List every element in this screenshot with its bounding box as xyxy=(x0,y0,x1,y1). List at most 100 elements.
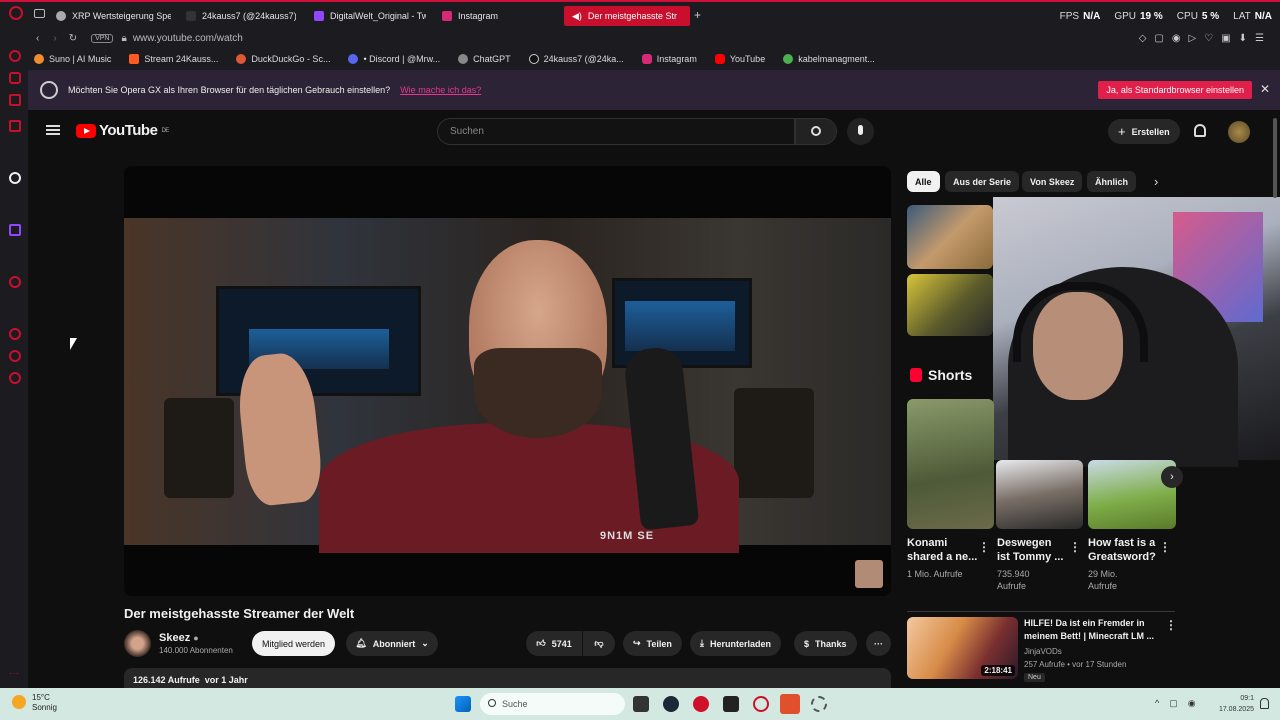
date: 17.08.2025 xyxy=(1218,706,1254,713)
shorts-header: Shorts xyxy=(910,367,972,383)
windows-start-icon[interactable] xyxy=(455,696,471,712)
channel-avatar[interactable] xyxy=(124,630,151,657)
steam-icon[interactable] xyxy=(663,696,679,712)
channel-endcard[interactable] xyxy=(855,560,883,588)
microphone-icon xyxy=(858,125,863,135)
youtube-logo[interactable]: YouTube DE xyxy=(76,122,169,139)
reload-icon[interactable]: ↻ xyxy=(69,33,77,44)
page-scrollbar[interactable] xyxy=(1273,118,1277,198)
settings-gear-icon[interactable] xyxy=(811,696,827,712)
account-avatar[interactable] xyxy=(1228,121,1250,143)
rec-video-thumbnail[interactable]: 2:18:41 xyxy=(907,617,1018,679)
bookmark-tiktok[interactable]: 24kauss7 (@24ka... xyxy=(528,54,624,64)
extensions-icon[interactable] xyxy=(9,350,21,362)
close-icon[interactable]: ✕ xyxy=(1260,82,1270,96)
rec-video-title[interactable]: HILFE! Da ist ein Fremder in meinem Bett!… xyxy=(1024,617,1154,643)
short-title[interactable]: Deswegen ist Tommy ... xyxy=(997,536,1063,564)
bookmark-stream[interactable]: Stream 24Kauss... xyxy=(129,54,218,64)
bookmark-chatgpt[interactable]: ChatGPT xyxy=(458,54,511,64)
chip-all[interactable]: Alle xyxy=(907,171,940,192)
task-view-icon[interactable] xyxy=(633,696,649,712)
tab-xrp[interactable]: XRP Wertsteigerung Spe... xyxy=(56,6,171,26)
voice-search-button[interactable] xyxy=(847,118,874,145)
kabel-icon xyxy=(783,54,794,64)
thanks-button[interactable]: $ Thanks xyxy=(794,631,857,656)
search-button[interactable] xyxy=(795,118,837,145)
download-button[interactable]: ⤓ Herunterladen xyxy=(690,631,781,656)
history-icon[interactable] xyxy=(9,328,21,340)
opera-menu-icon[interactable] xyxy=(9,6,23,20)
forward-icon[interactable]: › xyxy=(53,33,56,44)
tab-label: Instagram xyxy=(458,11,499,21)
weather-widget[interactable]: 15°C Sonnig xyxy=(12,693,57,713)
bookmark-discord[interactable]: • Discord | @Mrw... xyxy=(348,54,440,64)
youtube-icon xyxy=(714,54,725,64)
short-views: 29 Mio. Aufrufe xyxy=(1088,569,1118,591)
dislike-button[interactable]: 👎︎ xyxy=(583,631,615,656)
bookmark-duckduckgo[interactable]: DuckDuckGo - Sc... xyxy=(236,54,330,64)
bookmark-instagram[interactable]: Instagram xyxy=(641,54,697,64)
tiktok-sidebar-icon[interactable] xyxy=(9,172,21,184)
opera-gx-taskbar-icon[interactable] xyxy=(780,694,800,714)
create-button[interactable]: + Erstellen xyxy=(1108,119,1180,144)
epic-games-icon[interactable] xyxy=(723,696,739,712)
short-title[interactable]: Konami shared a ne... xyxy=(907,536,977,564)
more-options-icon[interactable]: ⋮ xyxy=(978,540,990,554)
player-sidebar-icon[interactable] xyxy=(9,276,21,288)
twitch-sidebar-icon[interactable] xyxy=(9,224,21,236)
set-default-button[interactable]: Ja, als Standardbrowser einstellen xyxy=(1098,81,1252,99)
discord-icon xyxy=(348,54,359,64)
short-title[interactable]: How fast is a Greatsword? xyxy=(1088,536,1156,564)
notification-icon[interactable] xyxy=(1260,698,1269,709)
cleaner-icon[interactable] xyxy=(9,72,21,84)
taskbar-search[interactable]: Suche xyxy=(480,693,625,715)
like-button[interactable]: 👍︎ 5741 xyxy=(526,631,582,656)
feed-icon[interactable] xyxy=(9,120,21,132)
bookmark-kabel[interactable]: kabelmanagment... xyxy=(783,54,875,64)
tab-twitch[interactable]: DigitalWelt_Original - Twi xyxy=(314,6,426,26)
search-input[interactable]: Suchen xyxy=(437,118,795,145)
bookmark-suno[interactable]: Suno | AI Music xyxy=(34,54,111,64)
system-tray-icons[interactable]: ^▢◉ xyxy=(1155,698,1206,709)
more-options-icon[interactable]: ⋮ xyxy=(1159,540,1171,554)
tab-youtube-active[interactable]: ◀) Der meistgehasste Str xyxy=(564,6,690,26)
red-app-icon[interactable] xyxy=(693,696,709,712)
gx-corner-icon[interactable] xyxy=(9,50,21,62)
shorts-next-button[interactable]: › xyxy=(1161,466,1183,488)
duckduckgo-icon xyxy=(236,54,247,64)
player-icon[interactable] xyxy=(9,94,21,106)
short-thumbnail[interactable] xyxy=(996,460,1083,529)
new-tab-button[interactable]: + xyxy=(694,8,701,22)
bookmark-youtube[interactable]: YouTube xyxy=(714,54,765,64)
chip-from-channel[interactable]: Von Skeez xyxy=(1022,171,1083,192)
rec-video-channel[interactable]: JinjaVODs xyxy=(1024,646,1062,658)
settings-icon[interactable] xyxy=(9,372,21,384)
tab-instagram[interactable]: Instagram xyxy=(442,6,542,26)
chevron-right-icon[interactable]: › xyxy=(1154,174,1158,189)
chip-related[interactable]: Ähnlich xyxy=(1087,171,1136,192)
more-options-icon[interactable]: ⋮ xyxy=(1165,618,1177,632)
plus-icon: + xyxy=(1118,124,1126,139)
vpn-badge[interactable]: VPN xyxy=(91,33,114,43)
opera-icon[interactable] xyxy=(753,696,769,712)
tab-islands-icon[interactable] xyxy=(34,9,45,18)
short-thumbnail[interactable] xyxy=(907,399,994,529)
channel-name[interactable]: Skeez ● xyxy=(159,632,199,644)
join-button[interactable]: Mitglied werden xyxy=(252,631,336,656)
back-icon[interactable]: ‹ xyxy=(36,33,39,44)
rec-thumbnail[interactable] xyxy=(907,205,993,269)
clock[interactable]: 09:1 17.08.2025 xyxy=(1219,693,1254,715)
notifications-bell-icon[interactable] xyxy=(1194,124,1206,137)
more-actions-button[interactable]: ··· xyxy=(866,631,891,656)
more-icon[interactable]: ··· xyxy=(9,668,19,679)
chip-series[interactable]: Aus der Serie xyxy=(945,171,1020,192)
subscribed-button[interactable]: 🔔︎ Abonniert ⌄ xyxy=(346,631,438,656)
url-input[interactable]: www.youtube.com/watch xyxy=(133,33,243,44)
rec-thumbnail[interactable] xyxy=(907,274,993,336)
video-player[interactable]: 9N1M SE xyxy=(124,166,891,596)
infobar-howto-link[interactable]: Wie mache ich das? xyxy=(400,85,481,95)
more-options-icon[interactable]: ⋮ xyxy=(1069,540,1081,554)
tab-tiktok[interactable]: 24kauss7 (@24kauss7) | xyxy=(186,6,296,26)
hamburger-menu-icon[interactable] xyxy=(46,125,60,135)
share-button[interactable]: ↪ Teilen xyxy=(623,631,682,656)
